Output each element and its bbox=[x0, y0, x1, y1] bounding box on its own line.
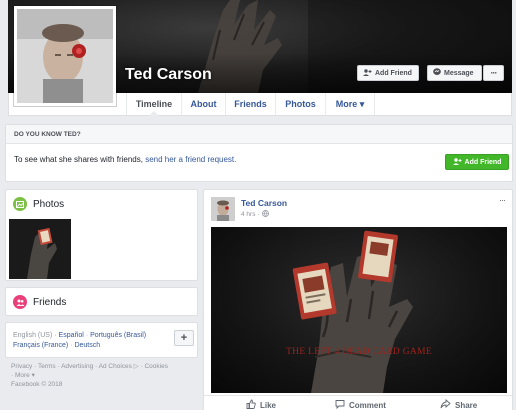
like-thumb-icon bbox=[246, 399, 256, 410]
message-button[interactable]: Message bbox=[427, 65, 482, 81]
footer-line-links[interactable]: Privacy · Terms · Advertising · Ad Choic… bbox=[11, 362, 196, 371]
public-globe-icon bbox=[262, 210, 270, 219]
post-actions-bar: Like Comment Share bbox=[204, 395, 512, 410]
add-friend-label: Add Friend bbox=[375, 69, 412, 77]
post-image[interactable]: THE LEFT 4 DEAD CARD GAME bbox=[211, 227, 507, 393]
add-friend-icon bbox=[452, 157, 462, 167]
profile-picture[interactable] bbox=[14, 6, 116, 106]
more-options-button[interactable]: ··· bbox=[483, 65, 504, 81]
like-label: Like bbox=[260, 400, 277, 410]
language-link[interactable]: Português (Brasil) bbox=[90, 332, 146, 339]
add-friend-green-button[interactable]: Add Friend bbox=[445, 154, 509, 170]
footer-more-link[interactable]: · More ▾ bbox=[11, 371, 196, 380]
post-timestamp[interactable]: 4 hrs · bbox=[241, 211, 259, 218]
language-link[interactable]: Español bbox=[59, 332, 84, 339]
friends-card[interactable]: Friends bbox=[5, 287, 198, 316]
friends-icon bbox=[13, 295, 27, 309]
share-arrow-icon bbox=[440, 399, 451, 410]
tab-photos[interactable]: Photos bbox=[275, 93, 325, 115]
add-friend-button[interactable]: Add Friend bbox=[357, 65, 419, 81]
like-button[interactable]: Like bbox=[246, 399, 276, 410]
comment-button[interactable]: Comment bbox=[335, 399, 386, 410]
copyright: Facebook © 2018 bbox=[11, 381, 63, 388]
image-caption-text: THE LEFT 4 DEAD CARD GAME bbox=[286, 347, 432, 357]
current-language: English (US) bbox=[13, 332, 53, 339]
photo-thumbnail-image bbox=[9, 219, 71, 279]
do-you-know-card: DO YOU KNOW TED? To see what she shares … bbox=[5, 124, 513, 182]
friends-header: Friends bbox=[6, 288, 197, 309]
add-friend-green-label: Add Friend bbox=[464, 158, 502, 166]
do-you-know-heading: DO YOU KNOW TED? bbox=[6, 125, 512, 144]
post-card: Ted Carson 4 hrs · ··· THE LEFT 4 DEAD C… bbox=[203, 189, 513, 410]
add-language-button[interactable]: + bbox=[174, 330, 194, 346]
message-label: Message bbox=[444, 69, 474, 77]
language-list: English (US) · Español · Português (Bras… bbox=[13, 332, 147, 349]
language-card: English (US) · Español · Português (Bras… bbox=[5, 322, 198, 358]
friends-label: Friends bbox=[33, 296, 67, 308]
post-author-name[interactable]: Ted Carson bbox=[241, 198, 287, 208]
more-dots-icon: ··· bbox=[490, 68, 498, 78]
photo-thumbnail[interactable] bbox=[9, 219, 71, 279]
profile-name: Ted Carson bbox=[125, 66, 212, 83]
tab-friends[interactable]: Friends bbox=[225, 93, 275, 115]
zombie-hand-card-image bbox=[292, 230, 413, 393]
tab-about[interactable]: About bbox=[181, 93, 225, 115]
post-options-button[interactable]: ··· bbox=[499, 195, 506, 205]
comment-label: Comment bbox=[349, 400, 386, 410]
post-author-avatar[interactable] bbox=[211, 197, 235, 221]
photos-header[interactable]: Photos bbox=[6, 190, 197, 211]
friend-request-prompt: To see what she shares with friends, sen… bbox=[14, 155, 236, 164]
send-friend-request-link[interactable]: send her a friend request. bbox=[145, 155, 236, 164]
add-friend-icon bbox=[363, 68, 372, 78]
comment-bubble-icon bbox=[335, 399, 345, 410]
language-link[interactable]: Français (France) bbox=[13, 342, 68, 349]
avatar-image bbox=[211, 197, 235, 221]
tab-timeline[interactable]: Timeline bbox=[126, 93, 181, 116]
post-meta: 4 hrs · bbox=[241, 210, 270, 219]
share-label: Share bbox=[455, 400, 478, 410]
language-link[interactable]: Deutsch bbox=[74, 342, 100, 349]
tab-more[interactable]: More ▾ bbox=[325, 93, 375, 115]
footer-links: Privacy · Terms · Advertising · Ad Choic… bbox=[11, 362, 196, 389]
profile-photo-image bbox=[17, 9, 113, 103]
photos-icon bbox=[13, 197, 27, 211]
share-button[interactable]: Share bbox=[440, 399, 477, 410]
photos-label: Photos bbox=[33, 198, 65, 210]
photos-card: Photos bbox=[5, 189, 198, 281]
messenger-icon bbox=[433, 68, 441, 78]
prompt-text: To see what she shares with friends, bbox=[14, 155, 146, 164]
